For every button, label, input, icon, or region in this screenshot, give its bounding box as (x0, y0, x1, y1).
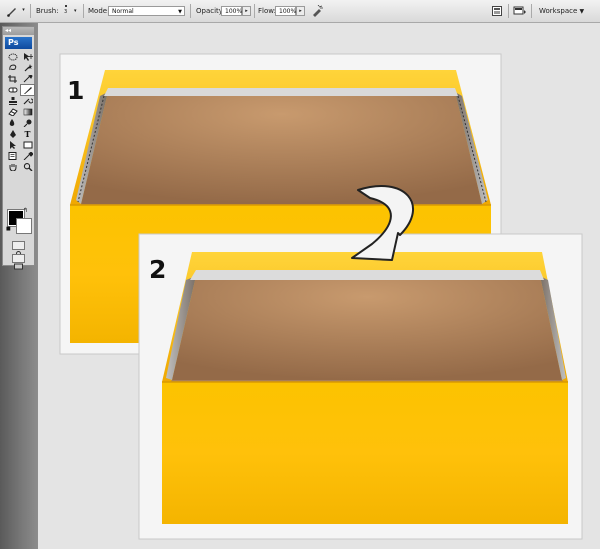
step-1-label: 1 (67, 76, 85, 105)
step-2-panel (138, 233, 583, 540)
canvas-artwork (59, 53, 583, 540)
step-2-label: 2 (149, 255, 167, 284)
